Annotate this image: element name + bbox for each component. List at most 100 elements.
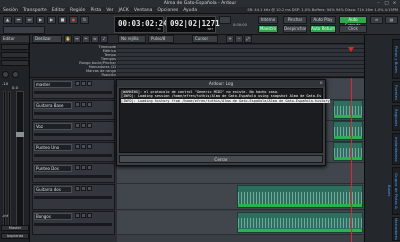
mute-button[interactable] xyxy=(81,186,86,191)
play-range-button[interactable]: ▶ xyxy=(36,16,45,24)
mute-button[interactable] xyxy=(81,144,86,149)
track-name[interactable]: master xyxy=(34,81,72,88)
menu-opciones[interactable]: Opciones xyxy=(157,7,178,14)
mute-button[interactable] xyxy=(81,123,86,128)
maximize-icon[interactable]: □ xyxy=(384,1,389,6)
track-name[interactable]: Guitarra dos xyxy=(34,186,72,193)
solo-button[interactable] xyxy=(87,123,92,128)
auto-return-button[interactable]: Auto Return xyxy=(310,25,336,33)
auto-input-button[interactable]: Auto Entrada xyxy=(339,16,367,28)
track-header[interactable]: Punteo Uno xyxy=(32,142,115,162)
gain-slider[interactable] xyxy=(34,91,112,94)
minimize-icon[interactable]: – xyxy=(376,1,381,6)
track-lane[interactable] xyxy=(117,163,364,184)
track-header[interactable]: Voz xyxy=(32,121,115,141)
close-icon[interactable]: × xyxy=(319,80,323,87)
audio-region[interactable] xyxy=(237,212,363,233)
stop-button[interactable]: ■ xyxy=(58,16,67,24)
snap-mode-select[interactable]: No rejilla xyxy=(118,35,146,43)
tab-tracks-busses[interactable]: Pistas y Buses xyxy=(392,39,400,79)
track-name[interactable]: Guitarra Base xyxy=(34,102,72,109)
menu-pista[interactable]: Pista xyxy=(90,7,101,14)
playhead-marker[interactable] xyxy=(348,47,354,52)
menu-ver[interactable]: Ver xyxy=(106,7,113,14)
track-header[interactable]: Punteo Dos xyxy=(32,163,115,183)
audition-tool-icon[interactable]: ♪ xyxy=(100,35,108,43)
range-tool-icon[interactable]: ↔ xyxy=(73,35,81,43)
menu-jack[interactable]: JACK xyxy=(119,7,129,14)
zoom-in-icon[interactable]: + xyxy=(226,35,234,43)
close-icon[interactable]: × xyxy=(392,1,397,6)
record-arm-button[interactable] xyxy=(75,123,80,128)
goto-end-button[interactable]: ⏭ xyxy=(25,16,34,24)
audio-region[interactable] xyxy=(237,185,363,208)
track-name[interactable]: Bongos xyxy=(34,213,72,220)
menu-ayuda[interactable]: Ayuda xyxy=(183,7,197,14)
mixer-icon[interactable]: ≡ xyxy=(370,16,383,24)
gain-slider[interactable] xyxy=(34,112,112,115)
zoom-out-icon[interactable]: − xyxy=(235,35,243,43)
auto-play-button[interactable]: Auto Play xyxy=(310,16,336,24)
solo-button[interactable] xyxy=(81,81,86,86)
nudge-button[interactable] xyxy=(219,16,231,24)
edit-point-select[interactable]: Cursor xyxy=(192,35,218,43)
playlist-button[interactable] xyxy=(87,81,92,86)
primary-clock[interactable]: 00:03:02:24 TC xyxy=(114,16,168,33)
editor-icon[interactable]: ▤ xyxy=(385,16,398,24)
record-button[interactable]: ● xyxy=(69,16,78,24)
nudge-clock[interactable]: 0:00:00 xyxy=(233,23,247,27)
tab-sources[interactable]: Fuentes xyxy=(392,81,400,103)
log-text-area[interactable]: [WARNING]: el protocolo de control "Gene… xyxy=(119,88,330,153)
track-name[interactable]: Punteo Uno xyxy=(34,144,72,151)
tab-snapshots[interactable]: Instantáneas xyxy=(392,133,400,165)
gain-slider[interactable] xyxy=(34,133,112,136)
track-header[interactable]: Guitarra dos xyxy=(32,184,115,210)
gain-slider[interactable] xyxy=(34,223,112,226)
cut-tool-icon[interactable]: ✂ xyxy=(82,35,90,43)
output-button[interactable]: Izquierda xyxy=(1,233,29,239)
menu-editar[interactable]: Editar xyxy=(52,7,65,14)
grab-tool-icon[interactable]: ✋ xyxy=(64,35,72,43)
goto-start-button[interactable]: ⏮ xyxy=(14,16,23,24)
position-ruler[interactable] xyxy=(117,73,364,77)
edit-mode-select[interactable]: Deslizar xyxy=(32,35,62,43)
tab-markers[interactable]: Marcadores xyxy=(392,217,400,241)
solo-button[interactable] xyxy=(87,186,92,191)
track-header[interactable]: Guitarra Base xyxy=(32,100,115,120)
punch-in-button[interactable]: Pinchar xyxy=(283,16,307,24)
solo-button[interactable] xyxy=(87,102,92,107)
track-lane[interactable] xyxy=(117,184,364,210)
punch-out-button[interactable]: Despinchar xyxy=(283,25,307,33)
plugins-box[interactable] xyxy=(1,60,29,66)
strip-name-button[interactable]: Master xyxy=(1,225,29,231)
close-button[interactable]: Cerrar xyxy=(119,155,323,163)
zoom-session-icon[interactable]: ⤢ xyxy=(244,35,252,43)
solo-button[interactable] xyxy=(87,213,92,218)
gain-slider[interactable] xyxy=(34,175,112,178)
record-arm-button[interactable] xyxy=(75,102,80,107)
track-name[interactable]: Punteo Dos xyxy=(34,165,72,172)
strip-header[interactable]: Editor xyxy=(1,36,29,42)
playhead[interactable] xyxy=(351,78,352,242)
record-arm-button[interactable] xyxy=(75,144,80,149)
track-header[interactable]: Bongos xyxy=(32,211,115,235)
play-button[interactable]: ▶ xyxy=(47,16,56,24)
menu-region[interactable]: Región xyxy=(70,7,85,14)
record-arm-button[interactable] xyxy=(75,165,80,170)
mute-button[interactable] xyxy=(81,165,86,170)
pan-knob[interactable] xyxy=(12,71,19,78)
audio-region[interactable] xyxy=(333,142,363,161)
master-button[interactable]: Maestro xyxy=(258,25,278,33)
gain-slider[interactable] xyxy=(34,154,112,157)
loop-button[interactable]: ↻ xyxy=(80,16,89,24)
tab-track-bus-groups[interactable]: Grupos de Pistas & Buses xyxy=(387,167,400,215)
audio-region[interactable] xyxy=(333,100,363,119)
record-arm-button[interactable] xyxy=(75,186,80,191)
input-button[interactable] xyxy=(1,44,29,50)
stretch-tool-icon[interactable]: ⇔ xyxy=(91,35,99,43)
track-name[interactable]: Voz xyxy=(34,123,72,130)
menu-transporte[interactable]: Transporte xyxy=(23,7,47,14)
menu-ventana[interactable]: Ventana xyxy=(134,7,152,14)
gain-slider[interactable] xyxy=(34,196,112,199)
solo-button[interactable] xyxy=(87,165,92,170)
